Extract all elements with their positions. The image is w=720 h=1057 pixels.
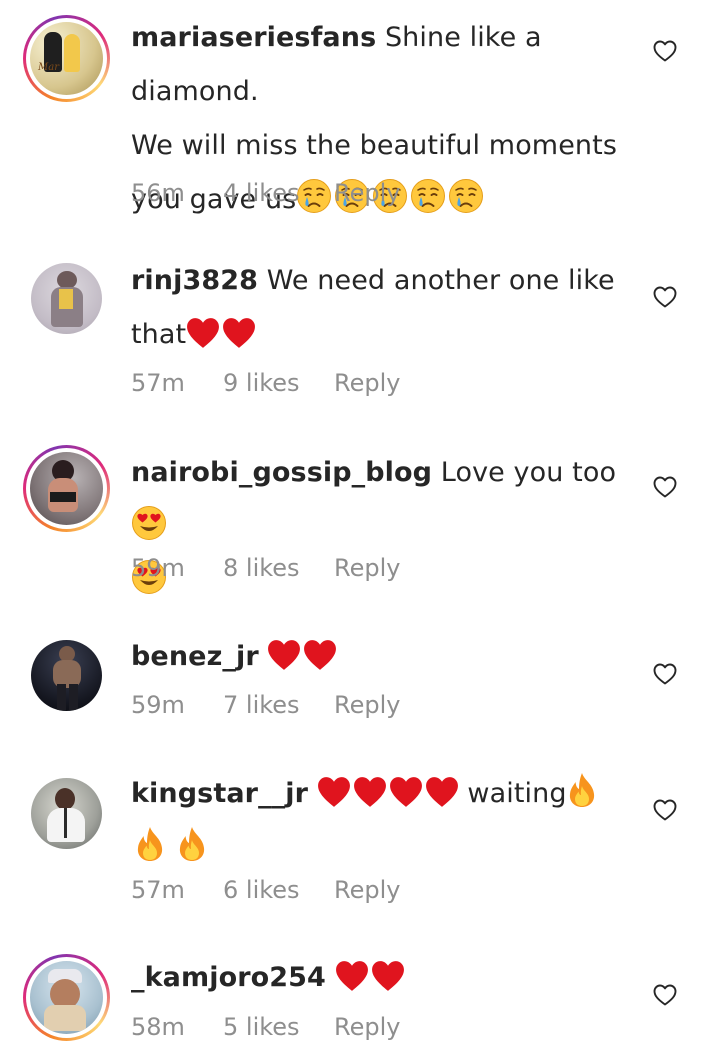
avatar[interactable] (23, 255, 110, 342)
comment-meta: 59m 7 likes Reply (131, 690, 400, 720)
emoji-group (317, 776, 459, 808)
red-heart-emoji (353, 776, 387, 808)
comment-body: We need another one like (266, 265, 615, 296)
comment-likes[interactable]: 9 likes (223, 369, 334, 397)
emoji-group (131, 826, 207, 862)
avatar[interactable]: Mar (23, 15, 110, 102)
comment-meta: 56m 4 likes Reply (131, 178, 400, 208)
like-heart-icon[interactable] (652, 38, 678, 64)
avatar-image (31, 640, 102, 711)
red-heart-emoji (303, 639, 337, 671)
avatar-image (30, 961, 103, 1034)
comment-meta: 59m 8 likes Reply (131, 553, 400, 583)
comment-username[interactable]: rinj3828 (131, 265, 258, 296)
crying-face-emoji (448, 178, 484, 214)
comment-text: rinj3828 We need another one like that (131, 254, 631, 362)
comment-time: 58m (131, 1013, 185, 1041)
emoji-group (186, 317, 256, 349)
fire-emoji (177, 826, 207, 862)
reply-button[interactable]: Reply (334, 1013, 400, 1041)
emoji-group (267, 639, 337, 671)
comment-likes[interactable]: 8 likes (223, 554, 334, 582)
reply-button[interactable]: Reply (334, 554, 400, 582)
comment-meta: 57m 6 likes Reply (131, 875, 400, 905)
comment-username[interactable]: mariaseriesfans (131, 22, 376, 53)
reply-button[interactable]: Reply (334, 876, 400, 904)
emoji-group (567, 772, 597, 808)
comment-username[interactable]: _kamjoro254 (131, 962, 326, 993)
avatar-image: Mar (30, 22, 103, 95)
avatar[interactable] (23, 445, 110, 532)
avatar[interactable] (23, 632, 110, 719)
comments-list: Mar mariaseriesfans Shine like a diamond… (0, 0, 720, 1057)
like-heart-icon[interactable] (652, 474, 678, 500)
avatar[interactable] (23, 954, 110, 1041)
red-heart-emoji (186, 317, 220, 349)
comment-body: waiting (467, 778, 567, 809)
reply-button[interactable]: Reply (334, 369, 400, 397)
comment-text: benez_jr (131, 630, 631, 684)
comment-username[interactable]: kingstar__jr (131, 778, 308, 809)
comment-time: 59m (131, 691, 185, 719)
emoji-group (131, 505, 167, 541)
red-heart-emoji (335, 960, 369, 992)
comment-likes[interactable]: 4 likes (223, 179, 334, 207)
comment-time: 57m (131, 876, 185, 904)
comment-meta: 58m 5 likes Reply (131, 1012, 400, 1042)
comment-body: Love you too (440, 457, 617, 488)
red-heart-emoji (371, 960, 405, 992)
crying-face-emoji (410, 178, 446, 214)
comment-likes[interactable]: 7 likes (223, 691, 334, 719)
fire-emoji (567, 772, 597, 808)
comment-likes[interactable]: 5 likes (223, 1013, 334, 1041)
avatar-image (31, 263, 102, 334)
like-heart-icon[interactable] (652, 982, 678, 1008)
red-heart-emoji (389, 776, 423, 808)
avatar-image (30, 452, 103, 525)
avatar-image (31, 778, 102, 849)
avatar[interactable] (23, 770, 110, 857)
red-heart-emoji (267, 639, 301, 671)
fire-emoji (135, 826, 165, 862)
comment-time: 59m (131, 554, 185, 582)
emoji-group (335, 960, 405, 992)
comment-meta: 57m 9 likes Reply (131, 368, 400, 398)
comment-time: 56m (131, 179, 185, 207)
comment-username[interactable]: nairobi_gossip_blog (131, 457, 432, 488)
comment-text: kingstar__jr waiting (131, 767, 631, 875)
like-heart-icon[interactable] (652, 797, 678, 823)
like-heart-icon[interactable] (652, 661, 678, 687)
reply-button[interactable]: Reply (334, 179, 400, 207)
comment-text: _kamjoro254 (131, 951, 631, 1005)
comment-time: 57m (131, 369, 185, 397)
heart-eyes-emoji (131, 505, 167, 541)
like-heart-icon[interactable] (652, 284, 678, 310)
comment-likes[interactable]: 6 likes (223, 876, 334, 904)
reply-button[interactable]: Reply (334, 691, 400, 719)
comment-body: that (131, 319, 187, 350)
red-heart-emoji (222, 317, 256, 349)
comment-username[interactable]: benez_jr (131, 641, 259, 672)
comment-body: We will miss the beautiful moments (131, 130, 617, 161)
red-heart-emoji (425, 776, 459, 808)
comment-text: nairobi_gossip_blog Love you too (131, 446, 631, 608)
red-heart-emoji (317, 776, 351, 808)
